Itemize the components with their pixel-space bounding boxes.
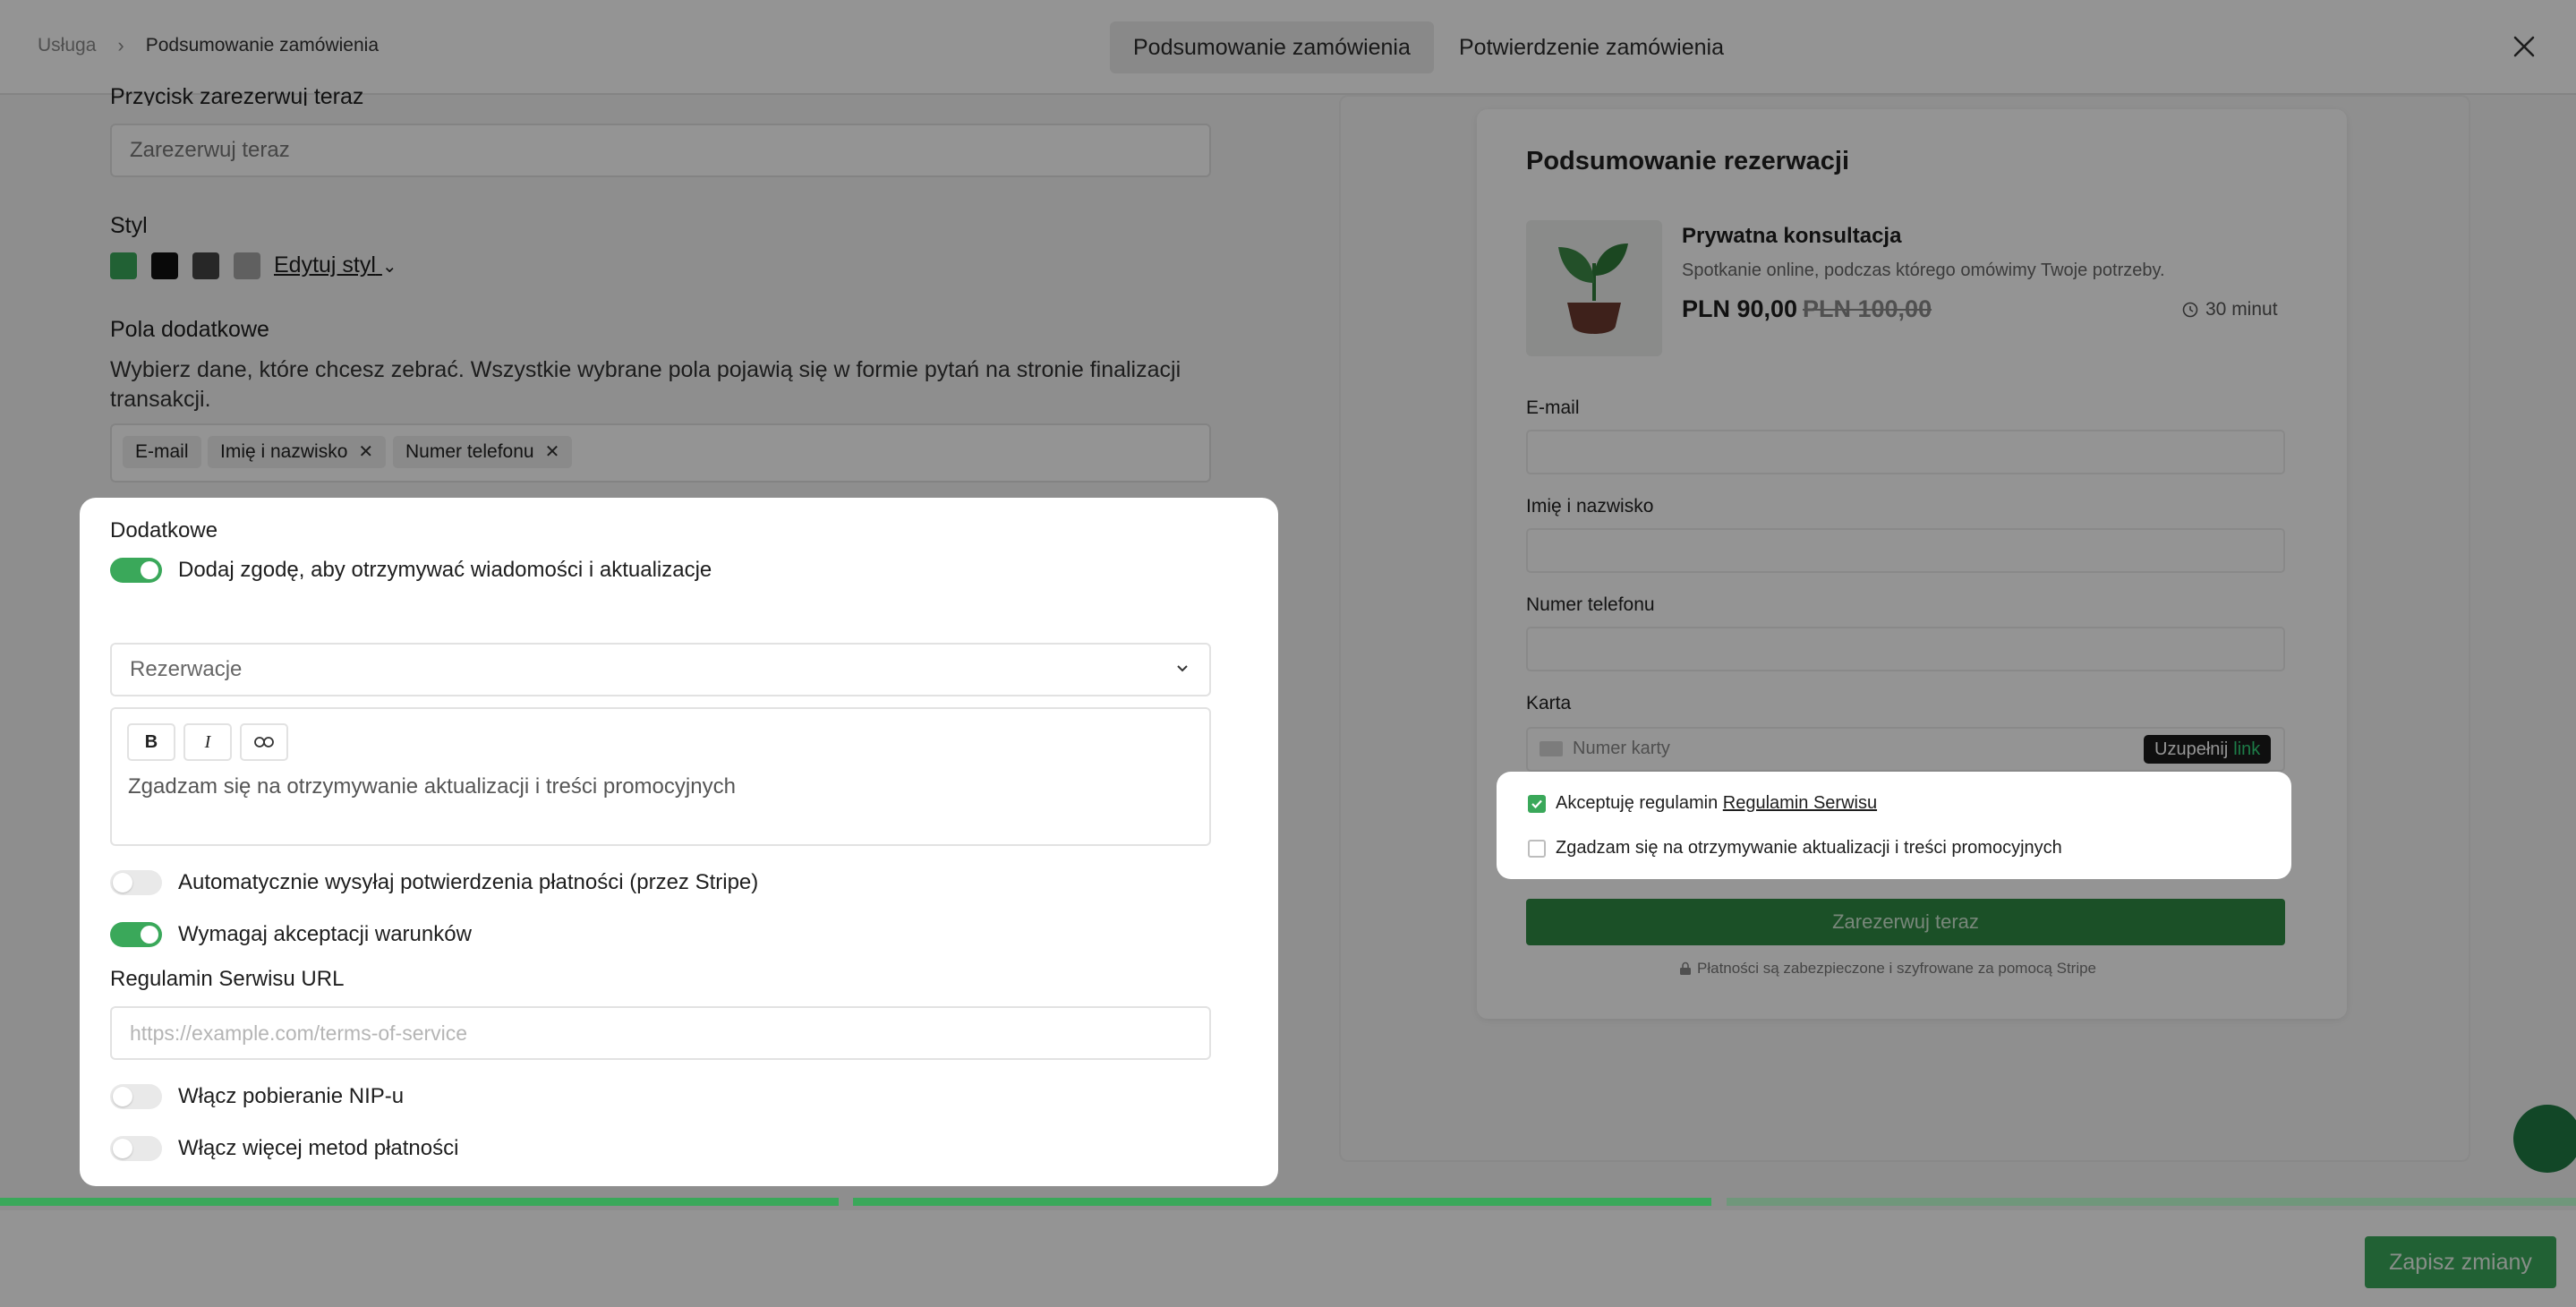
italic-button[interactable]: I	[183, 723, 232, 761]
terms-checkbox[interactable]	[1528, 795, 1546, 813]
consent-toggle-label: Dodaj zgodę, aby otrzymywać wiadomości i…	[178, 558, 712, 582]
auto-receipt-toggle[interactable]	[110, 870, 162, 895]
terms-checkbox-label: Akceptuję regulamin Regulamin Serwisu	[1556, 793, 1877, 814]
nip-toggle[interactable]	[110, 1084, 162, 1109]
auto-receipt-label: Automatycznie wysyłaj potwierdzenia płat…	[178, 870, 759, 894]
check-icon	[1531, 799, 1542, 809]
bold-button[interactable]: B	[127, 723, 175, 761]
progress-step-3	[1727, 1198, 2576, 1206]
consent-preview	[1497, 772, 2291, 879]
require-terms-label: Wymagaj akceptacji warunków	[178, 922, 472, 946]
consent-text: Zgadzam się na otrzymywanie aktualizacji…	[128, 774, 736, 799]
consent-type-select[interactable]: Rezerwacje	[110, 643, 1211, 696]
terms-url-label: Regulamin Serwisu URL	[110, 967, 345, 991]
progress-step-1	[0, 1198, 839, 1206]
nip-label: Włącz pobieranie NIP-u	[178, 1084, 405, 1108]
link-icon	[254, 737, 274, 747]
promo-checkbox[interactable]	[1528, 840, 1546, 858]
more-payment-methods-toggle[interactable]	[110, 1136, 162, 1161]
select-value: Rezerwacje	[130, 657, 243, 681]
require-terms-toggle[interactable]	[110, 922, 162, 947]
terms-url-input[interactable]: https://example.com/terms-of-service	[110, 1006, 1211, 1060]
terms-prefix: Akceptuję regulamin	[1556, 793, 1723, 813]
modal-title: Dodatkowe	[110, 518, 218, 542]
progress-step-2	[853, 1198, 1711, 1206]
terms-link[interactable]: Regulamin Serwisu	[1723, 793, 1877, 813]
more-payment-methods-label: Włącz więcej metod płatności	[178, 1136, 459, 1160]
promo-checkbox-label: Zgadzam się na otrzymywanie aktualizacji…	[1556, 838, 2062, 858]
chevron-down-icon	[1177, 665, 1188, 672]
consent-toggle[interactable]	[110, 558, 162, 583]
link-button[interactable]	[240, 723, 288, 761]
